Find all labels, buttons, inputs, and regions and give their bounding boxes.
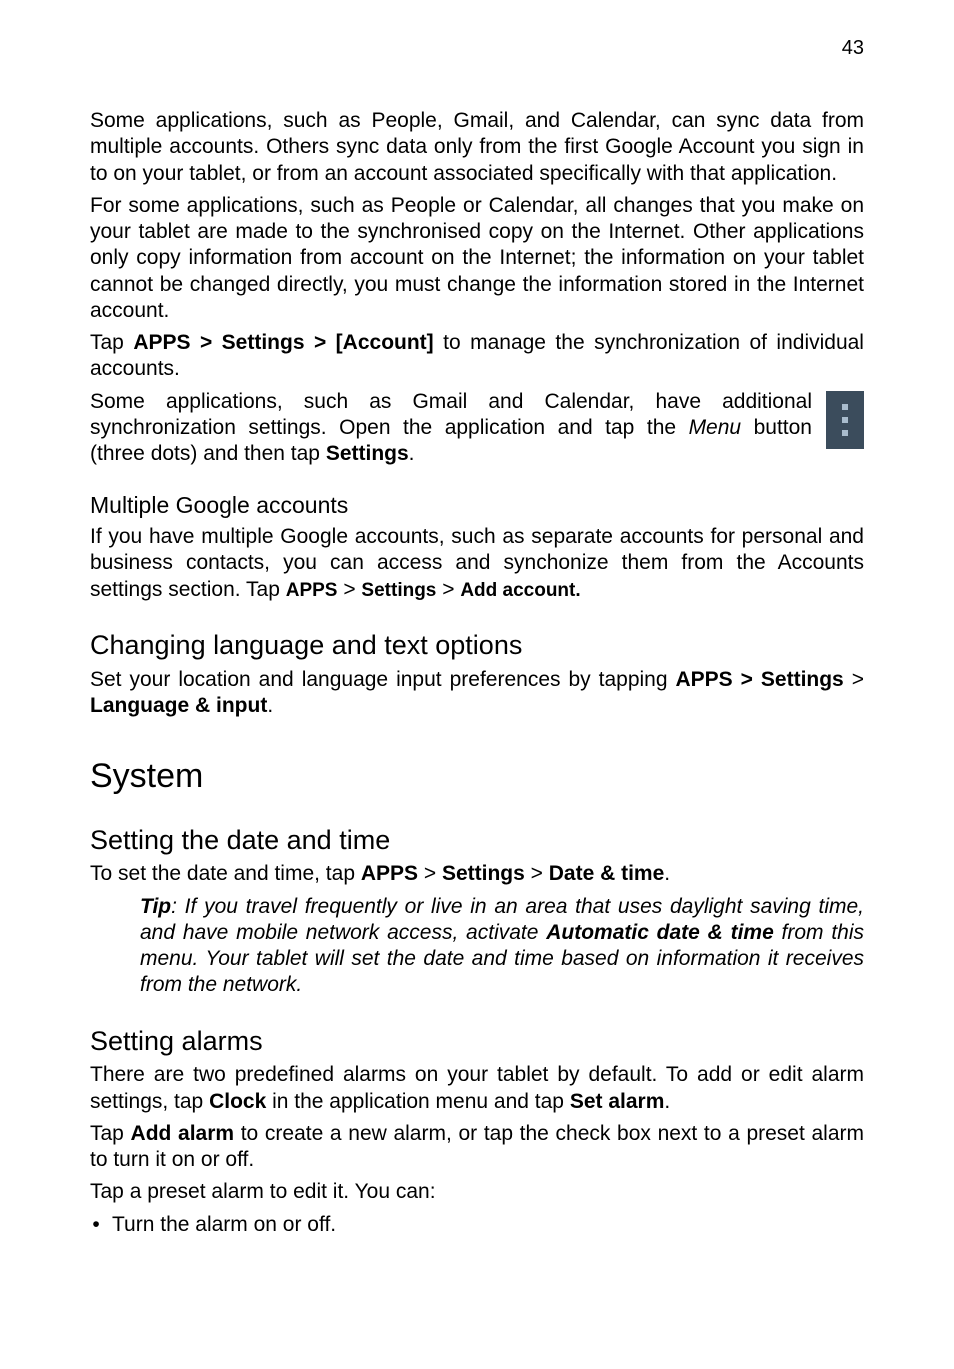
menu-three-dots-icon	[826, 391, 864, 449]
text: .	[267, 694, 273, 717]
paragraph-intro-1: Some applications, such as People, Gmail…	[90, 108, 864, 187]
text: >	[525, 862, 549, 885]
bold-path-accounts: APPS > Settings > [Account]	[133, 331, 433, 354]
bold-add-account: Add account.	[460, 580, 580, 601]
text: >	[337, 578, 361, 601]
bold-clock: Clock	[209, 1090, 266, 1113]
bold-apps2: APPS	[361, 862, 418, 885]
bold-date-time: Date & time	[549, 862, 665, 885]
text: >	[844, 668, 864, 691]
paragraph-tap-accounts: Tap APPS > Settings > [Account] to manag…	[90, 330, 864, 383]
text: .	[664, 1090, 670, 1113]
text: Tap	[90, 1122, 131, 1145]
heading-setting-date-time: Setting the date and time	[90, 824, 864, 858]
bold-add-alarm: Add alarm	[131, 1122, 235, 1145]
paragraph-intro-2: For some applications, such as People or…	[90, 193, 864, 324]
bold-settings2: Settings	[442, 862, 525, 885]
tip-block: Tip: If you travel frequently or live in…	[140, 894, 864, 999]
page-content: Some applications, such as People, Gmail…	[90, 108, 864, 1238]
bold-settings-small: Settings	[361, 580, 436, 601]
heading-changing-language: Changing language and text options	[90, 629, 864, 663]
paragraph-add-alarm: Tap Add alarm to create a new alarm, or …	[90, 1121, 864, 1174]
paragraph-language-input: Set your location and language input pre…	[90, 667, 864, 720]
paragraph-date-time: To set the date and time, tap APPS > Set…	[90, 861, 864, 887]
paragraph-with-menu-icon: Some applications, such as Gmail and Cal…	[90, 389, 864, 468]
text: .	[409, 442, 415, 465]
text: >	[436, 578, 460, 601]
tip-label: Tip	[140, 895, 171, 918]
page-number: 43	[842, 36, 864, 61]
text: in the application menu and tap	[266, 1090, 570, 1113]
bullet-dot-icon: •	[90, 1212, 102, 1238]
bullet-text: Turn the alarm on or off.	[112, 1212, 336, 1238]
paragraph-multiple-accounts: If you have multiple Google accounts, su…	[90, 524, 864, 603]
italic-menu: Menu	[689, 416, 742, 439]
document-page: 43 Some applications, such as People, Gm…	[0, 0, 954, 1369]
text: To set the date and time, tap	[90, 862, 361, 885]
text: Tap	[90, 331, 133, 354]
bullet-item: • Turn the alarm on or off.	[90, 1212, 864, 1238]
text: Set your location and language input pre…	[90, 668, 676, 691]
paragraph-edit-alarm: Tap a preset alarm to edit it. You can:	[90, 1179, 864, 1205]
heading-system: System	[90, 755, 864, 798]
paragraph-alarms-intro: There are two predefined alarms on your …	[90, 1062, 864, 1115]
bold-settings: Settings	[326, 442, 409, 465]
text: .	[664, 862, 670, 885]
bold-auto-date-time: Automatic date & time	[546, 921, 774, 944]
bold-set-alarm: Set alarm	[570, 1090, 665, 1113]
heading-setting-alarms: Setting alarms	[90, 1025, 864, 1059]
paragraph-menu-settings: Some applications, such as Gmail and Cal…	[90, 389, 812, 468]
bold-apps: APPS	[286, 580, 338, 601]
text: >	[418, 862, 442, 885]
bold-language-input: Language & input	[90, 694, 267, 717]
bold-apps-settings: APPS > Settings	[676, 668, 844, 691]
heading-multiple-google-accounts: Multiple Google accounts	[90, 491, 864, 520]
